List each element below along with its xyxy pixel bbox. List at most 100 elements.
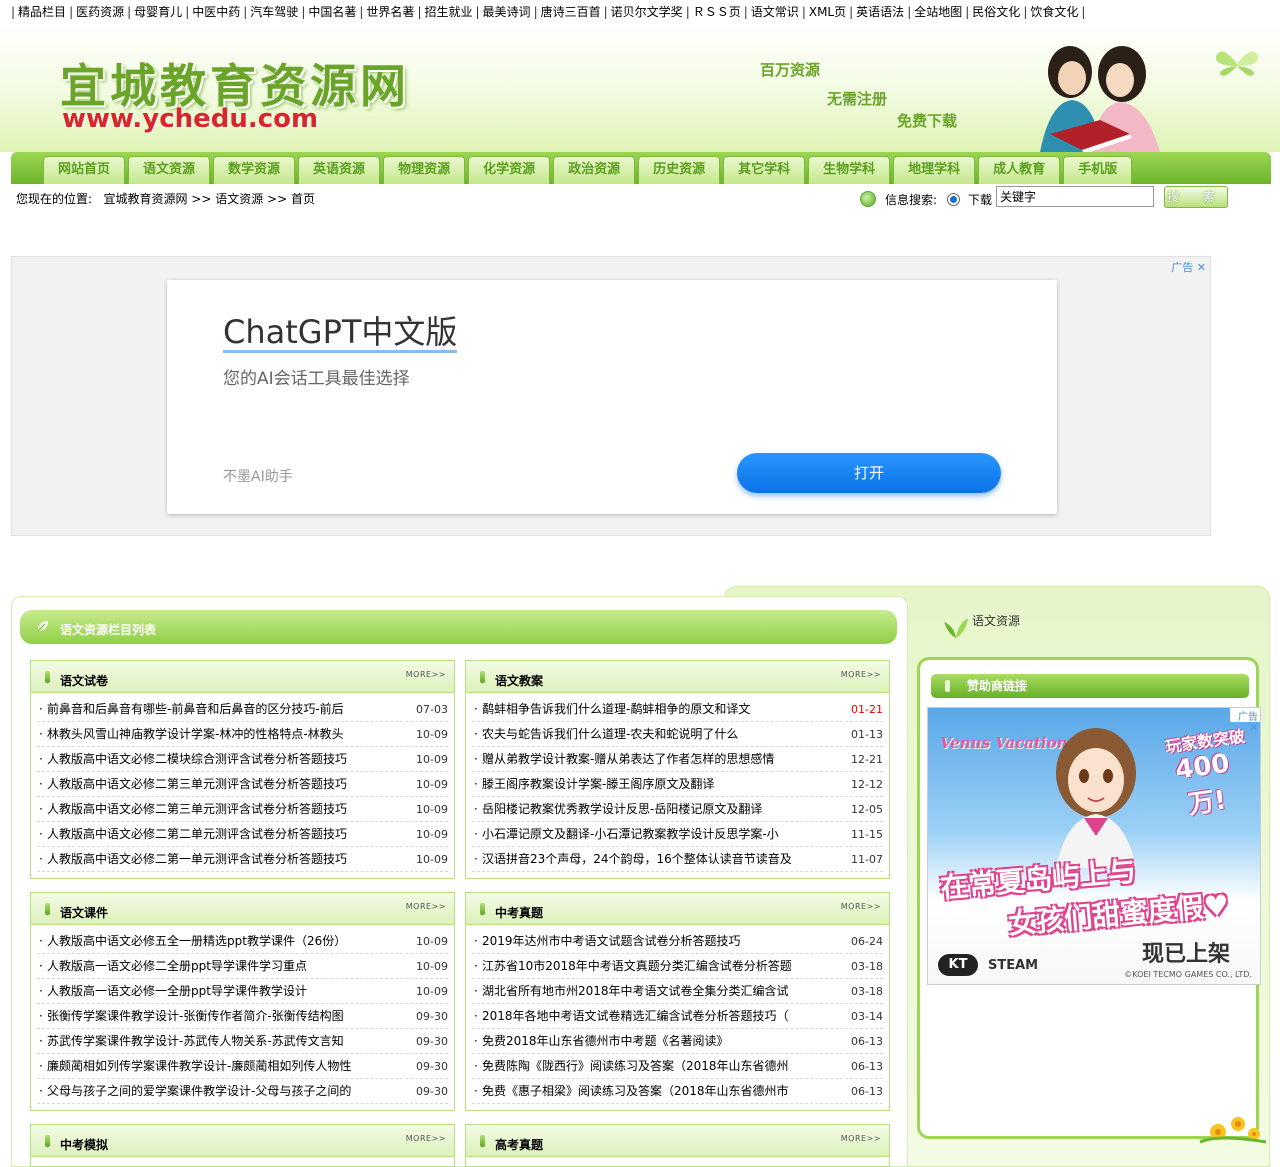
article-link[interactable]: 小石潭记原文及翻译-小石潭记教案教学设计反思学案-小: [482, 822, 779, 846]
article-link[interactable]: 人教版高中语文必修二第一单元测评含试卷分析答题技巧: [47, 847, 347, 871]
more-link[interactable]: MORE>>: [406, 902, 446, 911]
list-item: 人教版高中语文必修二模块综合测评含试卷分析答题技巧 10-09: [37, 747, 448, 772]
game-ad-close-icon[interactable]: 广告 ✕: [1230, 708, 1260, 734]
article-link[interactable]: 人教版高中语文必修二第三单元测评含试卷分析答题技巧: [47, 797, 347, 821]
category-title[interactable]: 语文试卷: [60, 672, 108, 689]
article-date: 10-09: [416, 728, 448, 741]
top-link[interactable]: 中国名著: [308, 5, 356, 19]
list-item: 人教版高一语文必修二全册ppt导学课件学习重点 10-09: [37, 954, 448, 979]
category-box-header: 高考真题 MORE>>: [466, 1125, 889, 1157]
article-date: 10-09: [416, 985, 448, 998]
article-link[interactable]: 人教版高中语文必修二第二单元测评含试卷分析答题技巧: [47, 822, 347, 846]
article-link[interactable]: 前鼻音和后鼻音有哪些-前鼻音和后鼻音的区分技巧-前后: [47, 697, 344, 721]
top-link[interactable]: 诺贝尔文学奖: [611, 5, 683, 19]
header-bar-icon: [45, 1135, 50, 1147]
list-item: 免费《惠子相梁》阅读练习及答案（2018年山东省德州市 06-13: [472, 1079, 883, 1104]
top-link[interactable]: 医药资源: [76, 5, 124, 19]
more-link[interactable]: MORE>>: [841, 670, 881, 679]
article-link[interactable]: 父母与孩子之间的爱学案课件教学设计-父母与孩子之间的: [47, 1079, 351, 1103]
nav-item[interactable]: 化学资源: [468, 156, 551, 184]
top-link[interactable]: 汽车驾驶: [250, 5, 298, 19]
article-link[interactable]: 滕王阁序教案设计学案-滕王阁序原文及翻译: [482, 772, 714, 796]
search-button[interactable]: 搜 索: [1164, 186, 1228, 208]
sidebar-title-text[interactable]: 语文资源: [972, 614, 1020, 628]
top-link[interactable]: 中医中药: [192, 5, 240, 19]
category-box-header: 语文教案 MORE>>: [466, 661, 889, 693]
sprout-icon: [944, 618, 968, 638]
more-link[interactable]: MORE>>: [841, 902, 881, 911]
article-link[interactable]: 人教版高一语文必修一全册ppt导学课件教学设计: [47, 979, 307, 1003]
more-link[interactable]: MORE>>: [841, 1134, 881, 1143]
top-link[interactable]: XML页: [809, 5, 846, 19]
nav-item[interactable]: 网站首页: [43, 156, 126, 184]
game-ad[interactable]: 广告 ✕ Venus Vacation 玩家数突破 400万! 在常夏岛屿上与 …: [927, 707, 1261, 985]
ad-card[interactable]: ChatGPT中文版 您的AI会话工具最佳选择 不墨AI助手 打开: [167, 280, 1057, 514]
top-link[interactable]: 唐诗三百首: [541, 5, 601, 19]
nav-item[interactable]: 英语资源: [298, 156, 381, 184]
download-radio[interactable]: [947, 193, 960, 206]
article-link[interactable]: 人教版高中语文必修二模块综合测评含试卷分析答题技巧: [47, 747, 347, 771]
nav-item[interactable]: 成人教育: [978, 156, 1061, 184]
top-link[interactable]: 母婴育儿: [134, 5, 182, 19]
top-link[interactable]: ＲＳＳ页: [693, 5, 741, 19]
top-link[interactable]: 最美诗词: [483, 5, 531, 19]
ad-close-icon[interactable]: 广告 ✕: [1171, 259, 1206, 275]
top-link[interactable]: 民俗文化: [972, 5, 1020, 19]
article-link[interactable]: 江苏省10市2018年中考语文真题分类汇编含试卷分析答题: [482, 954, 792, 978]
article-link[interactable]: 免费陈陶《陇西行》阅读练习及答案（2018年山东省德州: [482, 1054, 789, 1078]
nav-item[interactable]: 生物学科: [808, 156, 891, 184]
list-item: 林教头风雪山神庙教学设计学案-林冲的性格特点-林教头 10-09: [37, 722, 448, 747]
article-link[interactable]: 汉语拼音23个声母，24个韵母，16个整体认读音节读音及: [482, 847, 792, 871]
article-link[interactable]: 人教版高中语文必修二第三单元测评含试卷分析答题技巧: [47, 772, 347, 796]
article-link[interactable]: 免费《惠子相梁》阅读练习及答案（2018年山东省德州市: [482, 1079, 789, 1103]
nav-item[interactable]: 数学资源: [213, 156, 296, 184]
article-link[interactable]: 农夫与蛇告诉我们什么道理-农夫和蛇说明了什么: [482, 722, 738, 746]
category-box: 高考真题 MORE>>: [465, 1124, 890, 1167]
article-link[interactable]: 2019年达州市中考语文试题含试卷分析答题技巧: [482, 929, 741, 953]
nav-item[interactable]: 地理学科: [893, 156, 976, 184]
more-link[interactable]: MORE>>: [406, 1134, 446, 1143]
ad-open-button[interactable]: 打开: [737, 453, 1001, 493]
article-link[interactable]: 林教头风雪山神庙教学设计学案-林冲的性格特点-林教头: [47, 722, 344, 746]
article-link[interactable]: 免费2018年山东省德州市中考题《名著阅读》: [482, 1029, 729, 1053]
category-title[interactable]: 中考真题: [495, 904, 543, 921]
article-link[interactable]: 湖北省所有地市州2018年中考语文试卷全集分类汇编含试: [482, 979, 789, 1003]
top-link[interactable]: 英语语法: [856, 5, 904, 19]
article-link[interactable]: 张衡传学案课件教学设计-张衡传作者简介-张衡传结构图: [47, 1004, 344, 1028]
category-title[interactable]: 高考真题: [495, 1136, 543, 1153]
top-link[interactable]: 招生就业: [424, 5, 472, 19]
article-link[interactable]: 鹬蚌相争告诉我们什么道理-鹬蚌相争的原文和译文: [482, 697, 750, 721]
top-link[interactable]: 世界名著: [366, 5, 414, 19]
category-box: 语文教案 MORE>> 鹬蚌相争告诉我们什么道理-鹬蚌相争的原文和译文 01-21 农夫…: [465, 660, 890, 879]
ad-title[interactable]: ChatGPT中文版: [223, 314, 458, 353]
article-link[interactable]: 廉颇蔺相如列传学案课件教学设计-廉颇蔺相如列传人物性: [47, 1054, 351, 1078]
category-title[interactable]: 中考模拟: [60, 1136, 108, 1153]
top-link[interactable]: 精品栏目: [18, 5, 66, 19]
nav-item[interactable]: 其它学科: [723, 156, 806, 184]
keyword-input[interactable]: [996, 186, 1154, 207]
list-item: 苏武传学案课件教学设计-苏武传人物关系-苏武传文言知 09-30: [37, 1029, 448, 1054]
article-date: 10-09: [416, 960, 448, 973]
breadcrumb-path[interactable]: 宜城教育资源网 >> 语文资源 >> 首页: [104, 192, 315, 206]
more-link[interactable]: MORE>>: [406, 670, 446, 679]
article-date: 09-30: [416, 1010, 448, 1023]
download-radio-label: 下载: [968, 193, 993, 207]
site-url[interactable]: www.ychedu.com: [62, 104, 318, 134]
top-link[interactable]: 饮食文化: [1030, 5, 1078, 19]
nav-item[interactable]: 物理资源: [383, 156, 466, 184]
category-title[interactable]: 语文教案: [495, 672, 543, 689]
article-link[interactable]: 人教版高一语文必修二全册ppt导学课件学习重点: [47, 954, 307, 978]
nav-item[interactable]: 历史资源: [638, 156, 721, 184]
article-link[interactable]: 苏武传学案课件教学设计-苏武传人物关系-苏武传文言知: [47, 1029, 344, 1053]
article-link[interactable]: 人教版高中语文必修五全一册精选ppt教学课件（26份）: [47, 929, 346, 953]
article-link[interactable]: 2018年各地中考语文试卷精选汇编含试卷分析答题技巧（: [482, 1004, 789, 1028]
nav-item[interactable]: 手机版: [1063, 156, 1133, 184]
nav-item[interactable]: 语文资源: [128, 156, 211, 184]
category-title[interactable]: 语文课件: [60, 904, 108, 921]
top-link[interactable]: 全站地图: [914, 5, 962, 19]
top-link[interactable]: 语文常识: [751, 5, 799, 19]
article-link[interactable]: 岳阳楼记教案优秀教学设计反思-岳阳楼记原文及翻译: [482, 797, 762, 821]
article-link[interactable]: 赠从弟教学设计教案-赠从弟表达了作者怎样的思想感情: [482, 747, 774, 771]
list-item: 人教版高中语文必修二第一单元测评含试卷分析答题技巧 10-09: [37, 847, 448, 872]
nav-item[interactable]: 政治资源: [553, 156, 636, 184]
